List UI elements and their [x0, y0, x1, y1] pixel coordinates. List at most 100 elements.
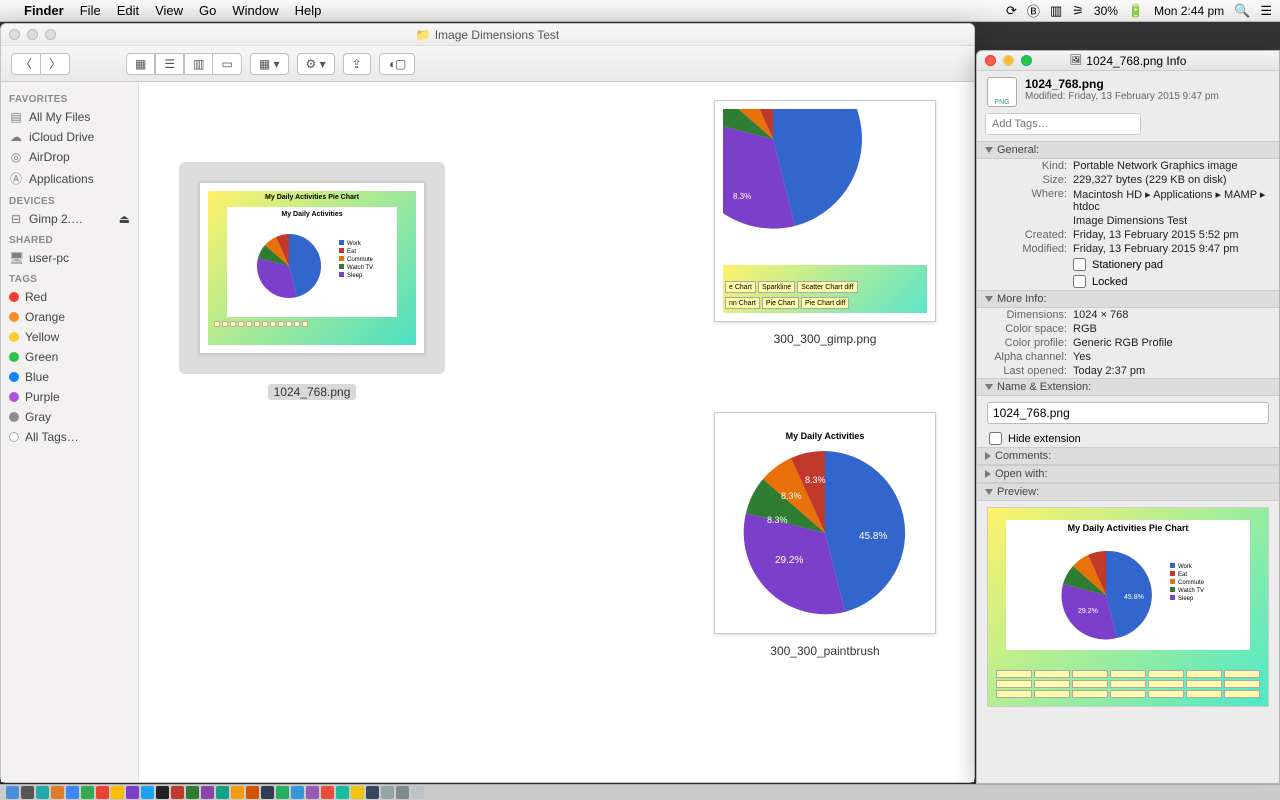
sidebar-tag-orange[interactable]: Orange — [1, 307, 138, 327]
dock-app-icon[interactable] — [186, 786, 199, 799]
dock-app-icon[interactable] — [171, 786, 184, 799]
view-column-button[interactable]: ▥ — [184, 53, 213, 75]
action-button[interactable]: ⚙ ▾ — [297, 53, 335, 75]
dock-app-icon[interactable] — [111, 786, 124, 799]
menu-edit[interactable]: Edit — [117, 3, 139, 18]
close-icon[interactable] — [9, 29, 20, 40]
dock-app-icon[interactable] — [261, 786, 274, 799]
sidebar-item-airdrop[interactable]: ◎AirDrop — [1, 147, 138, 167]
menu-window[interactable]: Window — [232, 3, 278, 18]
menu-help[interactable]: Help — [295, 3, 322, 18]
name-extension-input[interactable] — [987, 402, 1269, 424]
battery-percent[interactable]: 30% — [1094, 4, 1118, 18]
section-preview[interactable]: Preview: — [977, 483, 1279, 501]
battery-icon[interactable]: 🔋 — [1128, 3, 1144, 19]
dock-app-icon[interactable] — [51, 786, 64, 799]
share-button[interactable]: ⇪ — [343, 53, 371, 75]
file-name-label[interactable]: 300_300_paintbrush — [714, 644, 936, 658]
view-list-button[interactable]: ☰ — [155, 53, 184, 75]
dock-app-icon[interactable] — [411, 786, 424, 799]
section-more-info[interactable]: More Info: — [977, 290, 1279, 308]
finder-content[interactable]: My Daily Activities Pie Chart My Daily A… — [139, 82, 974, 782]
dock-app-icon[interactable] — [21, 786, 34, 799]
thumbnail-image: 45.8% 8.3% Google Chart … e ChartSparkli… — [723, 109, 927, 313]
section-open-with[interactable]: Open with: — [977, 465, 1279, 483]
menubar-clock[interactable]: Mon 2:44 pm — [1154, 4, 1224, 18]
sidebar-tag-red[interactable]: Red — [1, 287, 138, 307]
dock-app-icon[interactable] — [81, 786, 94, 799]
dock-app-icon[interactable] — [201, 786, 214, 799]
eject-icon[interactable]: ⏏ — [119, 212, 130, 226]
dock-app-icon[interactable] — [96, 786, 109, 799]
dock-app-icon[interactable] — [216, 786, 229, 799]
dock[interactable] — [0, 784, 1280, 800]
dock-app-icon[interactable] — [231, 786, 244, 799]
zoom-icon[interactable] — [1021, 55, 1032, 66]
info-dimensions: 1024 × 768 — [1073, 309, 1269, 321]
dock-app-icon[interactable] — [351, 786, 364, 799]
dock-app-icon[interactable] — [291, 786, 304, 799]
dock-app-icon[interactable] — [276, 786, 289, 799]
section-comments[interactable]: Comments: — [977, 447, 1279, 465]
view-coverflow-button[interactable]: ▭ — [213, 53, 241, 75]
stationery-checkbox[interactable] — [1073, 258, 1086, 271]
forward-button[interactable]: 〉 — [41, 53, 70, 75]
sync-icon[interactable]: ⟳ — [1006, 3, 1017, 19]
sidebar-item-icloud[interactable]: ☁iCloud Drive — [1, 127, 138, 147]
menu-go[interactable]: Go — [199, 3, 216, 18]
sidebar-item-applications[interactable]: ⒶApplications — [1, 167, 138, 190]
sidebar-tag-green[interactable]: Green — [1, 347, 138, 367]
section-name-ext[interactable]: Name & Extension: — [977, 378, 1279, 396]
menu-extra-icon[interactable]: ▥ — [1050, 3, 1062, 19]
dock-app-icon[interactable] — [336, 786, 349, 799]
back-button[interactable]: 〈 — [11, 53, 41, 75]
view-icon-button[interactable]: ▦ — [126, 53, 155, 75]
zoom-icon[interactable] — [45, 29, 56, 40]
dock-app-icon[interactable] — [246, 786, 259, 799]
tags-button[interactable]: ◖▢ — [379, 53, 416, 75]
dock-app-icon[interactable] — [321, 786, 334, 799]
sidebar-tag-purple[interactable]: Purple — [1, 387, 138, 407]
minimize-icon[interactable] — [1003, 55, 1014, 66]
dock-app-icon[interactable] — [36, 786, 49, 799]
sidebar-all-tags[interactable]: All Tags… — [1, 427, 138, 447]
dock-app-icon[interactable] — [366, 786, 379, 799]
tags-input[interactable] — [985, 113, 1141, 135]
close-icon[interactable] — [985, 55, 996, 66]
sidebar-tag-yellow[interactable]: Yellow — [1, 327, 138, 347]
menu-file[interactable]: File — [80, 3, 101, 18]
wifi-icon[interactable]: ⚞ — [1072, 3, 1084, 19]
notification-center-icon[interactable]: ☰ — [1260, 3, 1272, 19]
finder-titlebar[interactable]: 📁 Image Dimensions Test — [1, 24, 974, 46]
file-thumb-1024-768[interactable]: My Daily Activities Pie Chart My Daily A… — [179, 162, 445, 401]
file-name-label[interactable]: 300_300_gimp.png — [714, 332, 936, 346]
svg-text:Watch TV: Watch TV — [1178, 588, 1204, 594]
dock-app-icon[interactable] — [306, 786, 319, 799]
file-thumb-300-gimp[interactable]: 45.8% 8.3% Google Chart … e ChartSparkli… — [714, 100, 936, 346]
sidebar-head-shared: Shared — [1, 229, 138, 248]
dock-app-icon[interactable] — [396, 786, 409, 799]
sidebar-tag-blue[interactable]: Blue — [1, 367, 138, 387]
dock-app-icon[interactable] — [126, 786, 139, 799]
dock-app-icon[interactable] — [156, 786, 169, 799]
arrange-button[interactable]: ▦ ▾ — [250, 53, 289, 75]
file-thumb-300-paintbrush[interactable]: My Daily Activities 45.8% 29.2% 8.3% — [714, 412, 936, 658]
dock-app-icon[interactable] — [381, 786, 394, 799]
spotlight-icon[interactable]: 🔍 — [1234, 3, 1250, 19]
section-general[interactable]: General: — [977, 141, 1279, 159]
minimize-icon[interactable] — [27, 29, 38, 40]
dock-app-icon[interactable] — [66, 786, 79, 799]
info-titlebar[interactable]: 🖼 1024_768.png Info — [977, 51, 1279, 71]
circle-b-icon[interactable]: Ⓑ — [1027, 1, 1040, 20]
sidebar-item-gimp-disk[interactable]: ⊟Gimp 2.…⏏ — [1, 209, 138, 229]
locked-checkbox[interactable] — [1073, 275, 1086, 288]
hide-extension-checkbox[interactable] — [989, 432, 1002, 445]
file-name-label[interactable]: 1024_768.png — [268, 384, 357, 400]
dock-app-icon[interactable] — [141, 786, 154, 799]
sidebar-item-user-pc[interactable]: 🖥user-pc — [1, 248, 138, 268]
dock-finder-icon[interactable] — [6, 786, 19, 799]
sidebar-item-all-my-files[interactable]: ▤All My Files — [1, 107, 138, 127]
sidebar-tag-gray[interactable]: Gray — [1, 407, 138, 427]
app-menu[interactable]: Finder — [24, 3, 64, 18]
menu-view[interactable]: View — [155, 3, 183, 18]
